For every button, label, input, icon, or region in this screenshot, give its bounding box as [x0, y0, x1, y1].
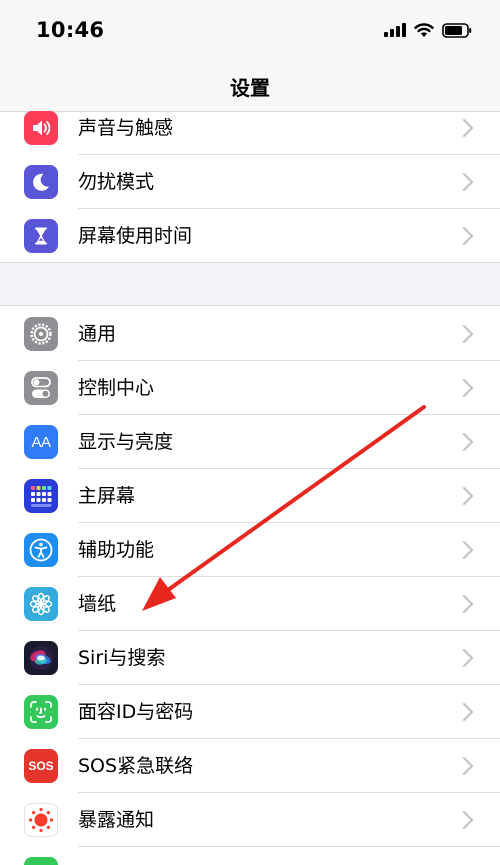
settings-row-wallpaper[interactable]: 墙纸 — [0, 577, 500, 631]
speaker-icon — [24, 111, 58, 145]
hourglass-icon — [24, 219, 58, 253]
chevron-right-icon — [462, 432, 474, 452]
partial-app-icon — [24, 857, 58, 865]
settings-row-sounds[interactable]: 声音与触感 — [0, 101, 500, 155]
text-size-icon: AA — [24, 425, 58, 459]
siri-icon — [24, 641, 58, 675]
accessibility-icon — [24, 533, 58, 567]
wifi-icon — [414, 22, 434, 38]
settings-row-accessibility[interactable]: 辅助功能 — [0, 523, 500, 577]
cellular-signal-icon — [384, 23, 406, 37]
flower-icon — [24, 587, 58, 621]
face-id-icon — [24, 695, 58, 729]
status-bar: 10:46 — [0, 0, 500, 62]
sos-icon-glyph: SOS — [28, 759, 54, 773]
gear-icon — [24, 317, 58, 351]
chevron-right-icon — [462, 118, 474, 138]
settings-row-siri-search[interactable]: Siri与搜索 — [0, 631, 500, 685]
settings-row-partial[interactable] — [0, 847, 500, 865]
toggles-icon — [24, 371, 58, 405]
chevron-right-icon — [462, 810, 474, 830]
chevron-right-icon — [462, 702, 474, 722]
text-size-icon-glyph: AA — [31, 433, 51, 451]
status-icons — [384, 20, 472, 40]
exposure-icon — [24, 803, 58, 837]
settings-row-label: 声音与触感 — [78, 117, 174, 139]
settings-row-label: 控制中心 — [78, 377, 155, 399]
settings-row-label: 暴露通知 — [78, 809, 155, 831]
settings-row-home-screen[interactable]: 主屏幕 — [0, 469, 500, 523]
chevron-right-icon — [462, 540, 474, 560]
chevron-right-icon — [462, 324, 474, 344]
settings-row-label: 辅助功能 — [78, 539, 155, 561]
chevron-right-icon — [462, 648, 474, 668]
settings-row-label: 主屏幕 — [78, 485, 136, 507]
settings-row-label: 面容ID与密码 — [78, 701, 194, 723]
settings-row-label: 显示与亮度 — [78, 431, 174, 453]
settings-row-label: 通用 — [78, 323, 117, 345]
settings-row-label: 勿扰模式 — [78, 171, 155, 193]
chevron-right-icon — [462, 594, 474, 614]
settings-row-do-not-disturb[interactable]: 勿扰模式 — [0, 155, 500, 209]
settings-row-control-center[interactable]: 控制中心 — [0, 361, 500, 415]
sos-icon: SOS — [24, 749, 58, 783]
battery-icon — [442, 22, 472, 38]
settings-row-display-brightness[interactable]: AA 显示与亮度 — [0, 415, 500, 469]
settings-row-label: 墙纸 — [78, 593, 117, 615]
settings-row-label: 屏幕使用时间 — [78, 225, 193, 247]
settings-group-1: 声音与触感 勿扰模式 屏幕使用时间 — [0, 111, 500, 263]
settings-row-exposure-notifications[interactable]: 暴露通知 — [0, 793, 500, 847]
page-title: 设置 — [230, 76, 270, 100]
chevron-right-icon — [462, 756, 474, 776]
chevron-right-icon — [462, 486, 474, 506]
settings-row-general[interactable]: 通用 — [0, 307, 500, 361]
settings-row-emergency-sos[interactable]: SOS SOS紧急联络 — [0, 739, 500, 793]
home-grid-icon — [24, 479, 58, 513]
moon-icon — [24, 165, 58, 199]
chevron-right-icon — [462, 378, 474, 398]
settings-row-label: SOS紧急联络 — [78, 755, 194, 777]
chevron-right-icon — [462, 226, 474, 246]
status-time: 10:46 — [36, 18, 105, 42]
settings-row-screen-time[interactable]: 屏幕使用时间 — [0, 209, 500, 263]
settings-row-face-id-passcode[interactable]: 面容ID与密码 — [0, 685, 500, 739]
settings-group-2: 通用 控制中心 AA 显示与亮度 主屏幕 辅助功能 墙纸 Siri与搜索 面容I… — [0, 305, 500, 865]
chevron-right-icon — [462, 172, 474, 192]
settings-row-label: Siri与搜索 — [78, 647, 166, 669]
